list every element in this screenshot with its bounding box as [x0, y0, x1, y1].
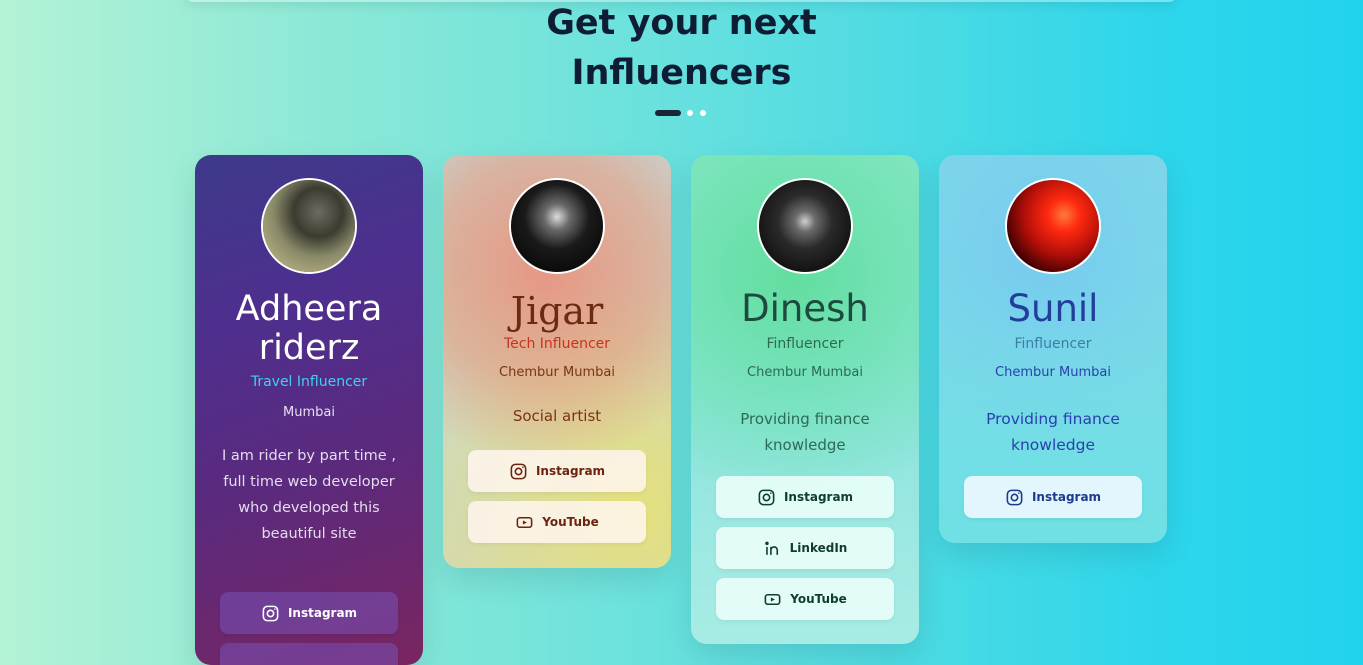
instagram-button[interactable]: Instagram	[468, 450, 646, 492]
instagram-button[interactable]: Instagram	[964, 476, 1142, 518]
button-label: YouTube	[790, 592, 847, 606]
influencer-role: Finfluencer	[1014, 336, 1092, 352]
influencer-bio: Social artist	[512, 407, 602, 425]
influencer-name: Sunil	[1007, 287, 1099, 330]
youtube-button[interactable]: YouTube	[716, 578, 894, 620]
linkedin-icon	[764, 541, 778, 555]
influencer-bio: Providing finance knowledge	[986, 410, 1120, 454]
button-label: Instagram	[535, 464, 606, 478]
button-label: LinkedIn	[789, 541, 848, 555]
instagram-icon	[510, 463, 527, 479]
instagram-button[interactable]: Instagram	[716, 476, 894, 518]
heading-line-1: Get your next	[546, 3, 817, 43]
youtube-icon	[764, 593, 781, 605]
influencer-card: Dinesh Finfluencer Chembur Mumbai Provid…	[691, 155, 919, 644]
influencer-bio: I am rider by part time , full time web …	[222, 448, 396, 542]
instagram-icon	[758, 489, 775, 505]
influencer-card: Adheera riderz Travel Influencer Mumbai …	[195, 155, 423, 665]
carousel-dot[interactable]	[700, 110, 706, 116]
youtube-button[interactable]: YouTube	[468, 501, 646, 543]
social-button-partial[interactable]	[220, 643, 398, 665]
avatar	[261, 178, 357, 274]
heading-line-2: Influencers	[571, 53, 792, 93]
influencer-role: Finfluencer	[766, 336, 844, 352]
avatar	[509, 178, 605, 274]
avatar	[1005, 178, 1101, 274]
button-label: Instagram	[287, 606, 358, 620]
button-label: Instagram	[1031, 490, 1102, 504]
carousel-dot-active[interactable]	[655, 110, 681, 116]
influencer-role: Travel Influencer	[250, 374, 368, 390]
instagram-icon	[1006, 489, 1023, 505]
influencer-card: Sunil Finfluencer Chembur Mumbai Providi…	[939, 155, 1167, 543]
influencer-card: Jigar Tech Influencer Chembur Mumbai Soc…	[443, 155, 671, 568]
linkedin-button[interactable]: LinkedIn	[716, 527, 894, 569]
influencer-role: Tech Influencer	[503, 336, 611, 352]
instagram-icon	[262, 605, 279, 621]
youtube-icon	[516, 516, 533, 528]
influencer-bio: Providing finance knowledge	[740, 410, 870, 454]
influencer-name: Adheera riderz	[235, 289, 383, 368]
influencer-location: Chembur Mumbai	[747, 365, 863, 380]
instagram-button[interactable]: Instagram	[220, 592, 398, 634]
influencer-name: Jigar	[510, 289, 604, 333]
avatar	[757, 178, 853, 274]
button-label: YouTube	[542, 515, 599, 529]
button-label: Instagram	[783, 490, 854, 504]
influencer-name: Dinesh	[741, 287, 869, 330]
influencer-location: Chembur Mumbai	[995, 365, 1111, 380]
carousel-dot[interactable]	[687, 110, 693, 116]
influencer-location: Mumbai	[283, 405, 335, 420]
influencer-location: Chembur Mumbai	[499, 365, 615, 380]
